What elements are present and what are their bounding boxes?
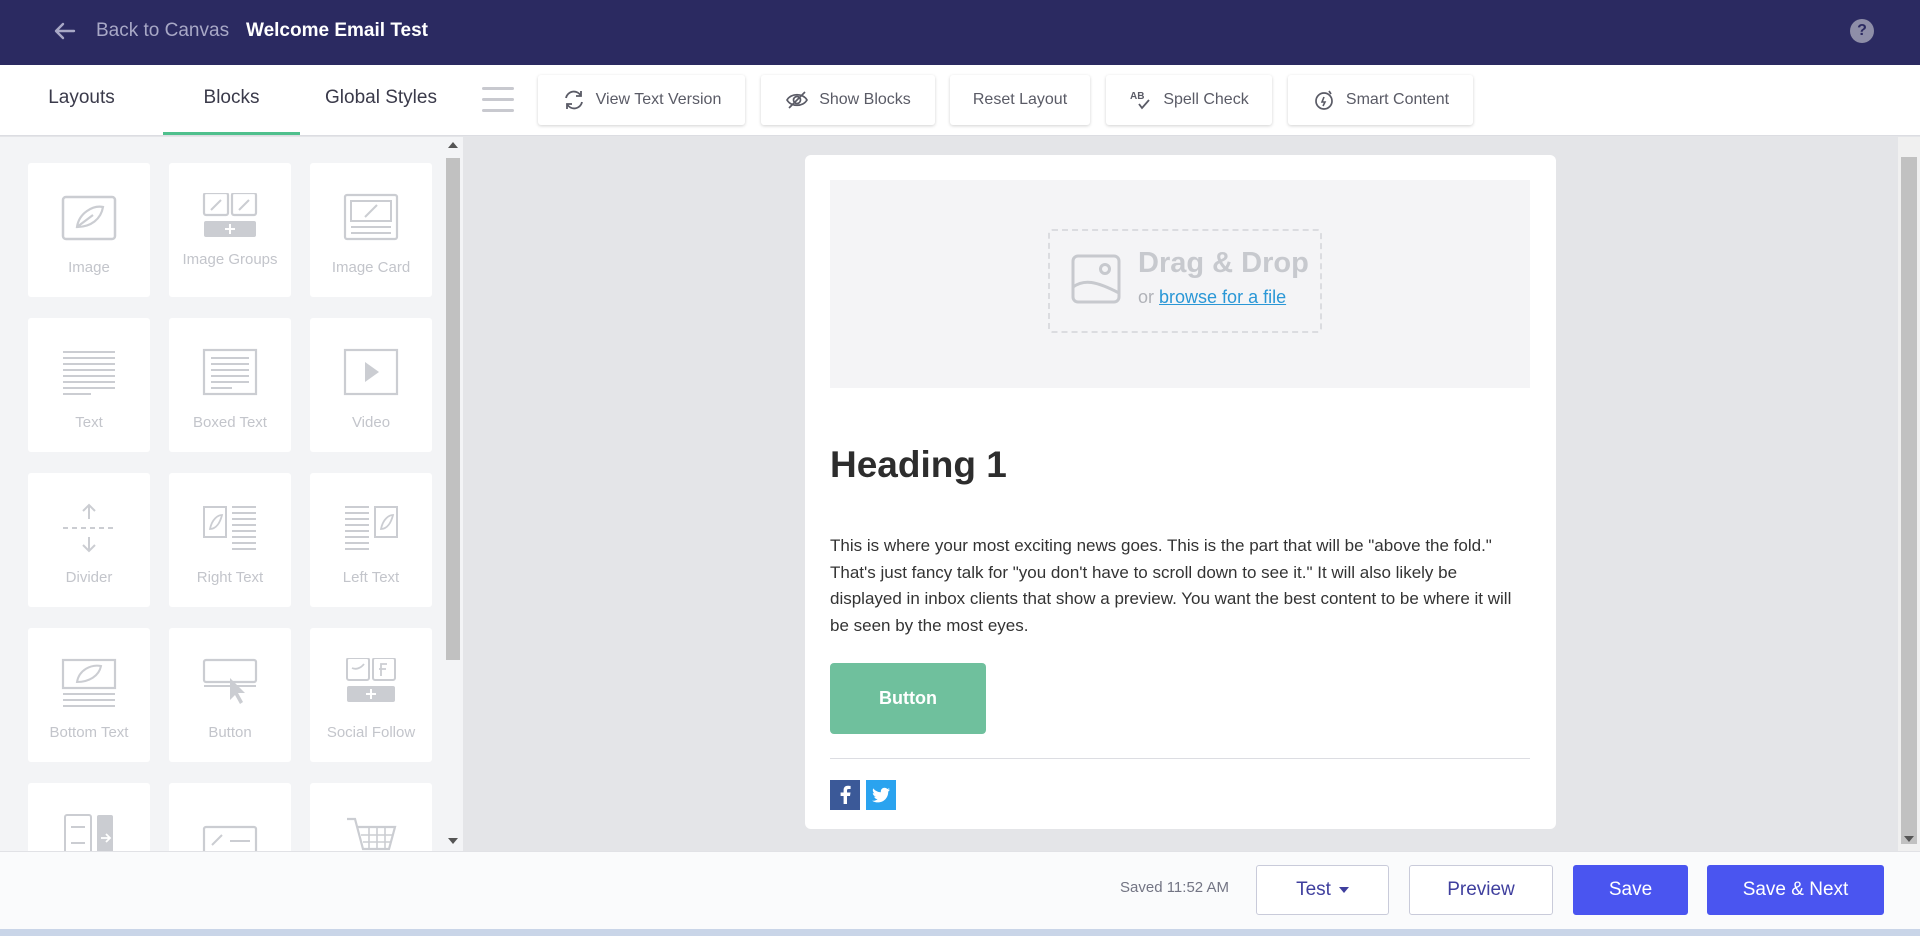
back-arrow-icon[interactable] — [52, 18, 78, 44]
block-label: Text — [75, 414, 103, 431]
smart-content-label: Smart Content — [1345, 91, 1450, 108]
image-placeholder-icon — [1071, 254, 1121, 304]
block-right-text[interactable]: Right Text — [169, 473, 291, 607]
tab-blocks[interactable]: Blocks — [163, 65, 300, 135]
block-social-follow[interactable]: Social Follow — [310, 628, 432, 762]
scroll-down-arrow-icon[interactable] — [448, 838, 458, 844]
facebook-icon[interactable] — [830, 780, 860, 810]
block-video[interactable]: Video — [310, 318, 432, 452]
view-text-version-button[interactable]: View Text Version — [538, 75, 745, 125]
saved-status: Saved 11:52 AM — [1120, 879, 1229, 896]
back-to-canvas-link[interactable]: Back to Canvas — [96, 20, 229, 42]
spell-check-button[interactable]: AB Spell Check — [1106, 75, 1272, 125]
help-icon[interactable]: ? — [1850, 19, 1874, 43]
image-dropzone[interactable]: Drag & Drop or browse for a file — [830, 180, 1530, 388]
block-label: Video — [351, 414, 391, 431]
block-image-card[interactable]: Image Card — [310, 163, 432, 297]
block-text[interactable]: Text — [28, 318, 150, 452]
hamburger-menu-icon[interactable] — [482, 87, 514, 115]
show-blocks-label: Show Blocks — [819, 91, 911, 108]
save-and-next-button[interactable]: Save & Next — [1707, 865, 1884, 915]
email-cta-button[interactable]: Button — [830, 663, 986, 734]
block-label: Image — [68, 259, 110, 276]
image-card-icon — [343, 193, 399, 241]
block-label: Social Follow — [326, 724, 416, 741]
block-boxed-text[interactable]: Boxed Text — [169, 318, 291, 452]
block-label: Image Card — [331, 259, 411, 276]
cart-icon — [347, 817, 397, 851]
block-label: Boxed Text — [193, 414, 267, 431]
block-footer[interactable] — [169, 783, 291, 851]
view-text-version-label: View Text Version — [595, 91, 722, 108]
tab-global-styles[interactable]: Global Styles — [318, 65, 444, 135]
right-text-icon — [203, 506, 256, 550]
block-product[interactable] — [310, 783, 432, 851]
facebook-glyph-icon — [840, 785, 851, 804]
browse-file-link[interactable]: browse for a file — [1159, 287, 1286, 307]
test-dropdown-button[interactable]: Test — [1256, 865, 1389, 915]
spell-check-label: Spell Check — [1163, 91, 1249, 108]
dropzone-or-text: or — [1138, 287, 1155, 307]
block-label: Image Groups — [182, 251, 278, 268]
text-icon — [63, 351, 115, 395]
email-body-text[interactable]: This is where your most exciting news go… — [830, 533, 1530, 639]
block-divider[interactable]: Divider — [28, 473, 150, 607]
tool-row: Layouts Blocks Global Styles View Text V… — [0, 65, 1920, 136]
button-icon — [202, 658, 258, 704]
email-divider — [830, 758, 1530, 759]
preview-button[interactable]: Preview — [1409, 865, 1553, 915]
block-social-share[interactable] — [28, 783, 150, 851]
canvas-scrollbar-thumb[interactable] — [1901, 157, 1917, 844]
dropzone-target[interactable]: Drag & Drop or browse for a file — [1048, 229, 1322, 333]
block-bottom-text[interactable]: Bottom Text — [28, 628, 150, 762]
email-heading[interactable]: Heading 1 — [830, 444, 1007, 486]
top-bar: Back to Canvas Welcome Email Test ? — [0, 0, 1920, 65]
reset-layout-button[interactable]: Reset Layout — [950, 75, 1090, 125]
social-follow-icon — [346, 658, 396, 702]
email-canvas: Drag & Drop or browse for a file Heading… — [805, 155, 1556, 829]
show-blocks-button[interactable]: Show Blocks — [761, 75, 935, 125]
canvas-scroll-down-icon[interactable] — [1904, 836, 1914, 842]
dropzone-subtitle: or browse for a file — [1138, 287, 1286, 308]
block-left-text[interactable]: Left Text — [310, 473, 432, 607]
blocks-sidebar: Image Image Groups Image Card Text Boxed… — [0, 137, 463, 851]
bottom-text-icon — [61, 658, 117, 707]
test-label: Test — [1296, 879, 1331, 900]
email-title: Welcome Email Test — [246, 20, 428, 41]
boxed-text-icon — [202, 348, 258, 396]
video-icon — [343, 348, 399, 396]
twitter-glyph-icon — [872, 787, 890, 803]
smart-content-button[interactable]: Smart Content — [1288, 75, 1473, 125]
block-image-groups[interactable]: Image Groups — [169, 163, 291, 297]
spell-check-icon: AB — [1130, 91, 1150, 110]
scroll-up-arrow-icon[interactable] — [448, 142, 458, 148]
refresh-icon — [564, 90, 583, 110]
dropzone-title: Drag & Drop — [1138, 247, 1309, 279]
bottom-strip — [0, 929, 1920, 936]
block-label: Right Text — [196, 569, 264, 586]
image-icon — [61, 195, 117, 241]
block-image[interactable]: Image — [28, 163, 150, 297]
image-groups-icon — [202, 193, 258, 237]
eye-slash-icon — [786, 91, 809, 109]
twitter-icon[interactable] — [866, 780, 896, 810]
tab-layouts[interactable]: Layouts — [30, 65, 133, 135]
block-button[interactable]: Button — [169, 628, 291, 762]
spell-check-icon-text: AB — [1130, 91, 1144, 102]
block-label: Divider — [65, 569, 113, 586]
smart-content-icon — [1315, 90, 1333, 110]
save-button[interactable]: Save — [1573, 865, 1688, 915]
block-label: Left Text — [342, 569, 400, 586]
block-label: Button — [208, 724, 252, 741]
social-share-icon — [64, 814, 113, 851]
block-label: Bottom Text — [49, 724, 129, 741]
reset-layout-label: Reset Layout — [972, 91, 1068, 108]
divider-icon — [63, 503, 115, 553]
left-text-icon — [345, 506, 398, 550]
footer-icon — [202, 825, 258, 851]
sidebar-scrollbar-thumb[interactable] — [446, 158, 460, 660]
chevron-down-icon — [1338, 886, 1349, 893]
